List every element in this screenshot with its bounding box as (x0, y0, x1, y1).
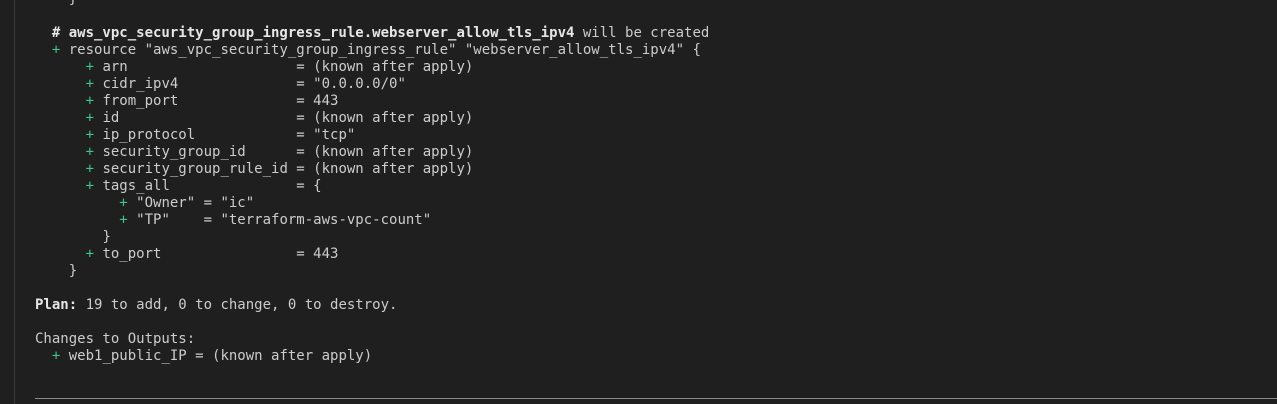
terminal-line: } (35, 263, 1277, 280)
terminal-line: } (35, 229, 1277, 246)
bold-heading-text: # aws_vpc_security_group_ingress_rule.we… (51, 25, 575, 41)
line-text: security_group_id = (known after apply) (94, 144, 474, 160)
terminal-line: + to_port = 443 (35, 246, 1277, 263)
terminal-line: Plan: 19 to add, 0 to change, 0 to destr… (35, 297, 1277, 314)
diff-add-marker: + (85, 93, 95, 109)
terminal-gutter-divider (14, 0, 15, 404)
line-text: web1_public_IP = (known after apply) (60, 348, 373, 364)
line-text: tags_all = { (94, 178, 322, 194)
terminal-line: + arn = (known after apply) (35, 59, 1277, 76)
line-text: arn = (known after apply) (94, 59, 474, 75)
line-text: ip_protocol = "tcp" (94, 127, 356, 143)
line-text: will be created (574, 25, 710, 41)
terminal-line: + tags_all = { (35, 178, 1277, 195)
line-text: 19 to add, 0 to change, 0 to destroy. (77, 297, 398, 313)
terminal-line: + "Owner" = "ic" (35, 195, 1277, 212)
line-text: } (69, 0, 77, 7)
terminal-line: Changes to Outputs: (35, 331, 1277, 348)
diff-add-marker: + (85, 144, 95, 160)
diff-add-marker: + (85, 161, 95, 177)
terminal-output[interactable]: } # aws_vpc_security_group_ingress_rule.… (35, 0, 1277, 365)
diff-add-marker: + (119, 212, 128, 228)
terminal-line: + security_group_rule_id = (known after … (35, 161, 1277, 178)
line-text: "Owner" = "ic" (127, 195, 255, 211)
bold-heading-text: Plan: (35, 297, 78, 313)
terminal-line: + id = (known after apply) (35, 110, 1277, 127)
diff-add-marker: + (85, 110, 95, 126)
terminal-line: + web1_public_IP = (known after apply) (35, 348, 1277, 365)
line-text: id = (known after apply) (94, 110, 474, 126)
terminal-line: } (35, 0, 1277, 8)
terminal-line: + cidr_ipv4 = "0.0.0.0/0" (35, 76, 1277, 93)
terminal-line: + security_group_id = (known after apply… (35, 144, 1277, 161)
line-text: to_port = 443 (94, 246, 339, 262)
line-text: Changes to Outputs: (35, 331, 196, 347)
line-text: cidr_ipv4 = "0.0.0.0/0" (94, 76, 406, 92)
terminal-line: + from_port = 443 (35, 93, 1277, 110)
line-text: resource "aws_vpc_security_group_ingress… (60, 42, 701, 58)
line-text: } (102, 229, 111, 245)
terminal-line: + "TP" = "terraform-aws-vpc-count" (35, 212, 1277, 229)
line-text: } (68, 263, 78, 279)
terminal-line: + ip_protocol = "tcp" (35, 127, 1277, 144)
diff-add-marker: + (119, 195, 128, 211)
diff-add-marker: + (85, 178, 95, 194)
terminal-line: + resource "aws_vpc_security_group_ingre… (35, 42, 1277, 59)
terminal-bottom-divider (35, 398, 1277, 399)
line-text: "TP" = "terraform-aws-vpc-count" (127, 212, 432, 228)
line-text: from_port = 443 (94, 93, 339, 109)
terminal-line: # aws_vpc_security_group_ingress_rule.we… (35, 25, 1277, 42)
diff-add-marker: + (85, 59, 95, 75)
line-text: security_group_rule_id = (known after ap… (94, 161, 474, 177)
diff-add-marker: + (85, 246, 95, 262)
diff-add-marker: + (85, 127, 95, 143)
diff-add-marker: + (85, 76, 95, 92)
